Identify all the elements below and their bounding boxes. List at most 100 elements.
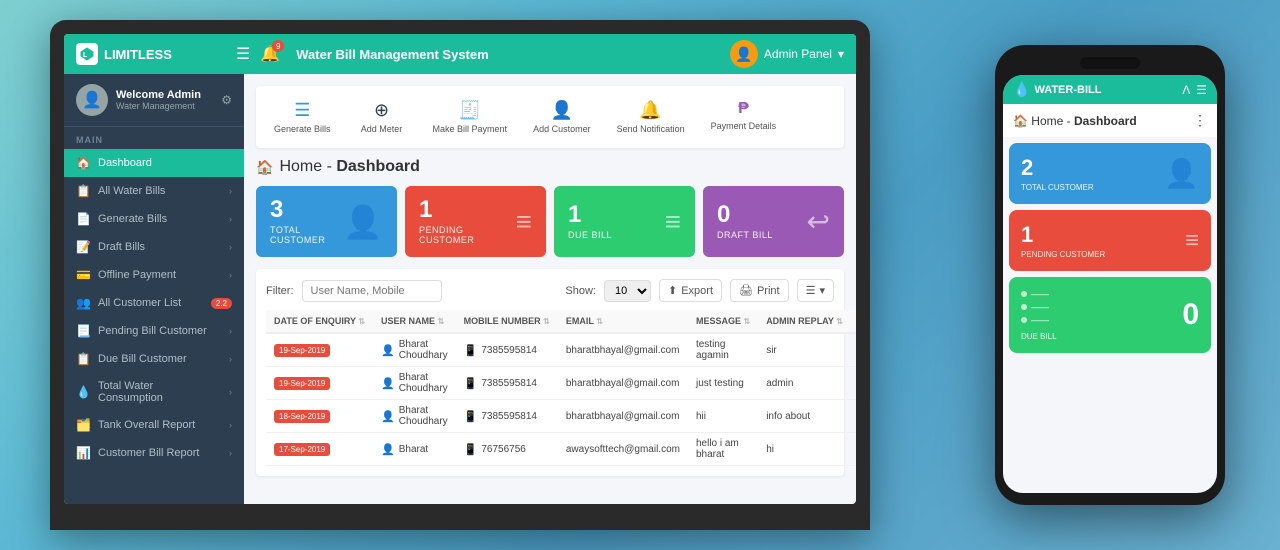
stat-info-due: 1 DUE BILL bbox=[568, 203, 612, 240]
generate-bills-button[interactable]: ☰ Generate Bills bbox=[264, 94, 341, 140]
sidebar-label: Offline Payment bbox=[98, 269, 221, 281]
stat-cards: 3 TOTAL CUSTOMER 👤 1 PENDING CUSTOMER ≡ bbox=[256, 186, 844, 257]
bills-icon: 📋 bbox=[76, 184, 90, 198]
sidebar-item-offline-payment[interactable]: 💳 Offline Payment › bbox=[64, 261, 244, 289]
add-customer-icon: 👤 bbox=[551, 100, 573, 121]
bell-badge: 9 bbox=[272, 40, 284, 52]
cell-admin-reply: sir bbox=[758, 333, 851, 367]
sidebar-label: Total Water Consumption bbox=[98, 380, 221, 404]
phone-stat-pending-info: 1 PENDING CUSTOMER bbox=[1021, 222, 1105, 259]
tank-icon: 🗂️ bbox=[76, 418, 90, 432]
svg-text:L: L bbox=[83, 52, 88, 59]
sidebar-item-customer-list[interactable]: 👥 All Customer List 2.2 bbox=[64, 289, 244, 317]
col-date: DATE OF ENQUIRY ⇅ bbox=[266, 310, 373, 333]
customer-badge: 2.2 bbox=[211, 298, 232, 309]
make-payment-label: Make Bill Payment bbox=[433, 124, 508, 134]
phone-stat-due: —— —— —— DUE BILL 0 bbox=[1009, 277, 1211, 353]
app-name: LIMITLESS bbox=[104, 47, 172, 62]
send-notification-button[interactable]: 🔔 Send Notification bbox=[607, 94, 695, 140]
generate-icon: 📄 bbox=[76, 212, 90, 226]
gear-icon[interactable]: ⚙ bbox=[221, 93, 232, 107]
payment-details-label: Payment Details bbox=[711, 121, 777, 131]
show-select[interactable]: 10 25 50 bbox=[604, 280, 651, 302]
phone-due-content: —— —— —— DUE BILL bbox=[1021, 289, 1057, 341]
sidebar-item-draft-bills[interactable]: 📝 Draft Bills › bbox=[64, 233, 244, 261]
arrow-icon: › bbox=[229, 354, 232, 364]
sidebar-label: Draft Bills bbox=[98, 241, 221, 253]
col-email: EMAIL ⇅ bbox=[558, 310, 688, 333]
stat-card-pending: 1 PENDING CUSTOMER ≡ bbox=[405, 186, 546, 257]
enquiry-table: DATE OF ENQUIRY ⇅ USER NAME ⇅ MOBILE NUM… bbox=[266, 310, 856, 466]
phone-more-icon[interactable]: ⋮ bbox=[1193, 112, 1207, 129]
cell-email: bharatbhayal@gmail.com bbox=[558, 400, 688, 433]
hamburger-icon[interactable]: ☰ bbox=[236, 44, 250, 64]
cell-admin-reply: admin bbox=[758, 367, 851, 400]
phone-due-row2: —— bbox=[1021, 302, 1057, 312]
phone-pending-num: 1 bbox=[1021, 222, 1105, 248]
laptop-screen: L LIMITLESS ☰ 🔔 9 Water Bill Management … bbox=[64, 34, 856, 504]
main-content: 👤 Welcome Admin Water Management ⚙ MAIN … bbox=[64, 74, 856, 504]
add-meter-button[interactable]: ⊕ Add Meter bbox=[347, 94, 417, 140]
cell-date: 19-Sep-2019 bbox=[266, 333, 373, 367]
sidebar-avatar: 👤 bbox=[76, 84, 108, 116]
make-bill-payment-button[interactable]: 🧾 Make Bill Payment bbox=[423, 94, 518, 140]
sidebar-item-bill-report[interactable]: 📊 Customer Bill Report › bbox=[64, 439, 244, 467]
col-mobile: MOBILE NUMBER ⇅ bbox=[456, 310, 558, 333]
phone-stat-total: 2 TOTAL CUSTOMER 👤 bbox=[1009, 143, 1211, 204]
sidebar-label: Due Bill Customer bbox=[98, 353, 221, 365]
sidebar-item-due-bill[interactable]: 📋 Due Bill Customer › bbox=[64, 345, 244, 373]
arrow-icon: › bbox=[229, 214, 232, 224]
export-icon: ⬆ bbox=[668, 284, 677, 297]
nav-title: Water Bill Management System bbox=[296, 47, 488, 62]
sidebar-label: Tank Overall Report bbox=[98, 419, 221, 431]
cell-mobile: 📱 7385595814 bbox=[456, 367, 558, 400]
print-button[interactable]: 🖨 Print bbox=[730, 279, 789, 302]
phone-lambda-icon[interactable]: Λ bbox=[1182, 83, 1190, 97]
export-button[interactable]: ⬆ Export bbox=[659, 279, 722, 302]
due-icon: 📋 bbox=[76, 352, 90, 366]
stat-info-pending: 1 PENDING CUSTOMER bbox=[419, 198, 516, 245]
phone-menu-icon[interactable]: ☰ bbox=[1196, 83, 1207, 97]
arrow-icon: › bbox=[229, 326, 232, 336]
nav-center: ☰ 🔔 9 Water Bill Management System bbox=[236, 44, 730, 64]
table-row: 19-Sep-2019 👤 Bharat Choudhary 📱 7385595… bbox=[266, 333, 856, 367]
sidebar-item-water-bills[interactable]: 📋 All Water Bills › bbox=[64, 177, 244, 205]
sidebar-item-generate-bills[interactable]: 📄 Generate Bills › bbox=[64, 205, 244, 233]
sidebar-section-label: MAIN bbox=[64, 127, 244, 149]
table-row: 17-Sep-2019 👤 Bharat 📱 76756756 awaysoft… bbox=[266, 433, 856, 466]
admin-label: Admin Panel bbox=[764, 47, 832, 61]
bell-wrapper[interactable]: 🔔 9 bbox=[260, 44, 280, 64]
sidebar-item-water-consumption[interactable]: 💧 Total Water Consumption › bbox=[64, 373, 244, 411]
sidebar-item-pending-bill[interactable]: 📃 Pending Bill Customer › bbox=[64, 317, 244, 345]
cell-message: hello i am bharat bbox=[688, 433, 758, 466]
cell-mobile: 📱 7385595814 bbox=[456, 400, 558, 433]
total-customer-label: TOTAL CUSTOMER bbox=[270, 225, 343, 245]
phone-pending-icon: ≡ bbox=[1185, 227, 1199, 255]
draft-icon: ↩ bbox=[807, 205, 830, 238]
due-icon: ≡ bbox=[665, 206, 681, 238]
phone-total-num: 2 bbox=[1021, 155, 1094, 181]
col-admin-reply: ADMIN REPLAY ⇅ bbox=[758, 310, 851, 333]
view-toggle-button[interactable]: ☰ ▾ bbox=[797, 279, 834, 302]
pending-label: PENDING CUSTOMER bbox=[419, 225, 516, 245]
cell-user: 👤 Bharat Choudhary bbox=[373, 367, 456, 400]
filter-input[interactable] bbox=[302, 280, 442, 302]
cell-action: ☰ ▾ bbox=[851, 433, 856, 466]
stat-card-draft-bill: 0 DRAFT BILL ↩ bbox=[703, 186, 844, 257]
filter-label: Filter: bbox=[266, 285, 294, 297]
sidebar-label: All Water Bills bbox=[98, 185, 221, 197]
phone-body: 2 TOTAL CUSTOMER 👤 1 PENDING CUSTOMER ≡ … bbox=[1003, 137, 1217, 359]
total-customer-num: 3 bbox=[270, 198, 343, 222]
cell-action: ☰ ▾ bbox=[851, 400, 856, 433]
phone-pending-label: PENDING CUSTOMER bbox=[1021, 250, 1105, 259]
admin-area[interactable]: 👤 Admin Panel ▾ bbox=[730, 40, 844, 68]
page-content: ☰ Generate Bills ⊕ Add Meter 🧾 Make Bill… bbox=[244, 74, 856, 504]
col-action: ACTION ⇅ bbox=[851, 310, 856, 333]
laptop-mockup: L LIMITLESS ☰ 🔔 9 Water Bill Management … bbox=[50, 20, 870, 530]
sidebar-item-dashboard[interactable]: 🏠 Dashboard bbox=[64, 149, 244, 177]
payment-details-button[interactable]: ₱ Payment Details bbox=[701, 94, 787, 140]
home-page-icon: 🏠 bbox=[256, 159, 273, 176]
phone-screen: 💧 WATER-BILL Λ ☰ 🏠 Home - Dashboard ⋮ 2 … bbox=[1003, 75, 1217, 493]
add-customer-button[interactable]: 👤 Add Customer bbox=[523, 94, 601, 140]
sidebar-item-tank-report[interactable]: 🗂️ Tank Overall Report › bbox=[64, 411, 244, 439]
